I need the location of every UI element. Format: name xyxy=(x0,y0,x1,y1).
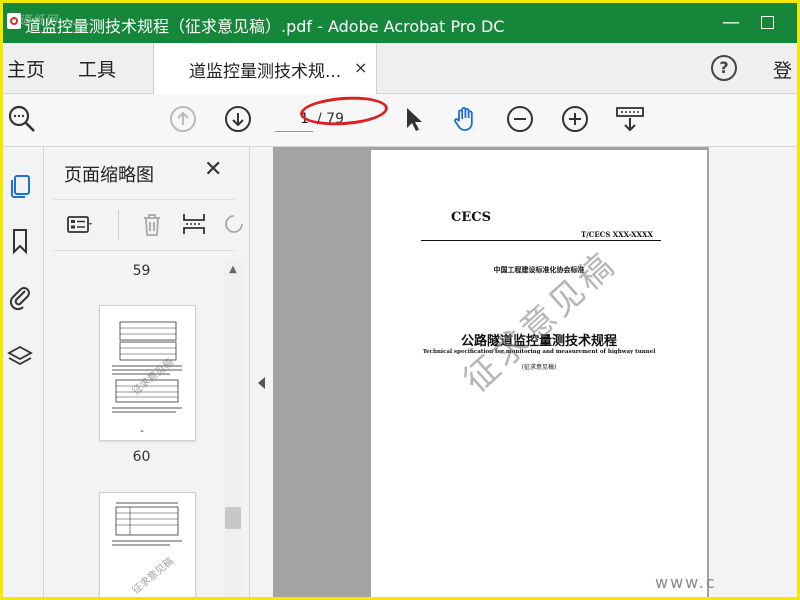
help-icon[interactable]: ? xyxy=(711,55,737,81)
document-page: CECS T/CECS XXX-XXXX 中国工程建设标准化协会标准 公路隧道监… xyxy=(371,150,707,597)
layers-icon[interactable] xyxy=(7,343,33,371)
main-toolbar: 1 / 79 xyxy=(3,94,797,147)
zoom-out-icon[interactable] xyxy=(505,104,535,134)
thumbnail-page-label: 60 xyxy=(132,449,151,465)
minimize-button[interactable]: — xyxy=(717,9,745,37)
viewer-right-margin xyxy=(709,147,797,597)
panel-toolbar xyxy=(54,199,243,251)
association-name: 中国工程建设标准化协会标准 xyxy=(493,266,585,274)
toolbar-separator xyxy=(118,210,119,240)
site-watermark: www.c xyxy=(655,573,717,592)
org-mark: CECS xyxy=(451,210,491,225)
collapse-panel-icon[interactable] xyxy=(258,377,265,389)
page-number-input[interactable]: 1 xyxy=(275,106,313,132)
page-thumbnails-panel: 页面缩略图 ✕ 59 - 征求意见稿 60 征求意见稿 xyxy=(44,147,249,597)
tab-bar: 主页 工具 道监控量测技术规... × ? 登 xyxy=(3,43,797,94)
document-subtitle: (征求意见稿) xyxy=(521,364,557,371)
hand-icon[interactable] xyxy=(450,104,480,134)
page-watermark: 征求意见稿 xyxy=(456,243,625,401)
panel-title: 页面缩略图 xyxy=(64,165,154,186)
bookmark-icon[interactable] xyxy=(7,227,33,255)
scrollbar-thumb[interactable] xyxy=(225,507,241,529)
home-tab[interactable]: 主页 xyxy=(7,55,45,82)
document-tab-label: 道监控量测技术规... xyxy=(189,62,342,82)
title-bar: 道纸网 道监控量测技术规程（征求意见稿）.pdf - Adobe Acrobat… xyxy=(3,3,797,43)
close-tab-icon[interactable]: × xyxy=(354,58,367,77)
thumbnail-page-label: 59 xyxy=(132,263,151,279)
page-thumbnails-icon[interactable] xyxy=(7,171,33,199)
sign-in-link[interactable]: 登 xyxy=(773,56,792,83)
tools-tab[interactable]: 工具 xyxy=(78,55,116,82)
page-total: / 79 xyxy=(317,111,344,127)
thumbnail-page[interactable]: 征求意见稿 xyxy=(99,492,196,597)
page-down-icon[interactable] xyxy=(223,104,253,134)
thumbnail-list: 59 - 征求意见稿 60 征求意见稿 xyxy=(54,259,229,597)
document-viewer: CECS T/CECS XXX-XXXX 中国工程建设标准化协会标准 公路隧道监… xyxy=(273,147,709,597)
window-title: 道监控量测技术规程（征求意见稿）.pdf - Adobe Acrobat Pro… xyxy=(25,17,505,36)
zoom-in-icon[interactable] xyxy=(560,104,590,134)
left-navigation-rail xyxy=(3,147,44,597)
select-arrow-icon[interactable] xyxy=(399,104,429,134)
thumbnail-page[interactable]: - 征求意见稿 xyxy=(99,305,196,441)
thumbnail-options-icon[interactable] xyxy=(66,210,94,238)
document-tab[interactable]: 道监控量测技术规... × xyxy=(153,43,377,94)
panel-splitter[interactable] xyxy=(249,147,274,597)
close-panel-icon[interactable]: ✕ xyxy=(204,157,222,182)
delete-page-icon[interactable] xyxy=(138,210,166,238)
maximize-icon xyxy=(760,16,774,29)
app-window: 道纸网 道监控量测技术规程（征求意见稿）.pdf - Adobe Acrobat… xyxy=(0,0,800,600)
scroll-mode-icon[interactable] xyxy=(615,104,645,134)
rotate-page-icon[interactable] xyxy=(220,210,248,238)
thumbnail-page-mark: - xyxy=(140,424,144,437)
attachment-icon[interactable] xyxy=(7,283,33,311)
scroll-up-icon[interactable]: ▲ xyxy=(224,261,242,279)
insert-page-icon[interactable] xyxy=(180,210,208,238)
thumbnail-scrollbar[interactable]: ▲ xyxy=(224,261,242,597)
maximize-button[interactable] xyxy=(753,9,781,37)
header-rule xyxy=(421,240,661,241)
find-icon[interactable] xyxy=(7,104,37,134)
page-up-icon[interactable] xyxy=(168,104,198,134)
